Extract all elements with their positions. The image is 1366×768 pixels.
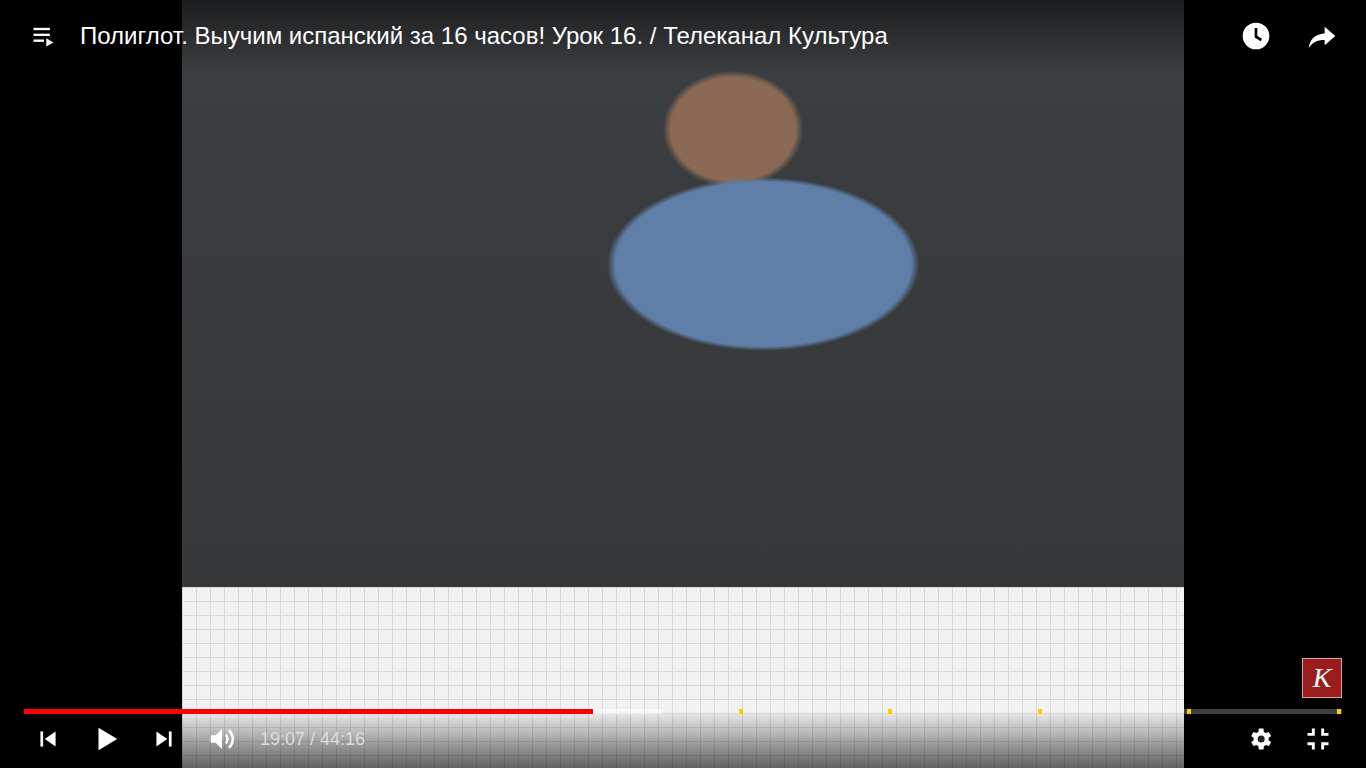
video-frame[interactable]	[182, 0, 1184, 768]
played-fill	[24, 709, 593, 714]
video-picture	[182, 0, 1184, 587]
volume-button[interactable]	[198, 717, 246, 761]
play-icon	[91, 724, 121, 754]
top-bar: Полиглот. Выучим испанский за 16 часов! …	[0, 0, 1366, 72]
time-display: 19:07 / 44:16	[256, 729, 365, 750]
clock-icon	[1240, 20, 1272, 52]
video-title[interactable]: Полиглот. Выучим испанский за 16 часов! …	[80, 14, 1214, 58]
gear-icon	[1246, 725, 1274, 753]
playlist-button[interactable]	[26, 14, 62, 58]
ad-marker	[1337, 709, 1341, 714]
previous-icon	[35, 726, 61, 752]
video-player[interactable]: Полиглот. Выучим испанский за 16 часов! …	[0, 0, 1366, 768]
ad-marker	[1038, 709, 1042, 714]
previous-button[interactable]	[24, 717, 72, 761]
volume-icon	[207, 724, 237, 754]
fullscreen-button[interactable]	[1294, 717, 1342, 761]
watch-later-button[interactable]	[1232, 14, 1280, 58]
ad-marker	[1187, 709, 1191, 714]
share-icon	[1306, 20, 1338, 52]
share-button[interactable]	[1298, 14, 1346, 58]
controls-row: 19:07 / 44:16	[24, 714, 1342, 764]
settings-button[interactable]	[1236, 717, 1284, 761]
play-button[interactable]	[82, 717, 130, 761]
ad-marker	[739, 709, 743, 714]
channel-watermark[interactable]: К	[1302, 658, 1342, 698]
playlist-icon	[30, 22, 58, 50]
ad-marker	[888, 709, 892, 714]
bottom-controls: 19:07 / 44:16	[0, 709, 1366, 768]
progress-bar[interactable]	[24, 709, 1342, 714]
exit-fullscreen-icon	[1304, 725, 1332, 753]
next-icon	[151, 726, 177, 752]
next-button[interactable]	[140, 717, 188, 761]
